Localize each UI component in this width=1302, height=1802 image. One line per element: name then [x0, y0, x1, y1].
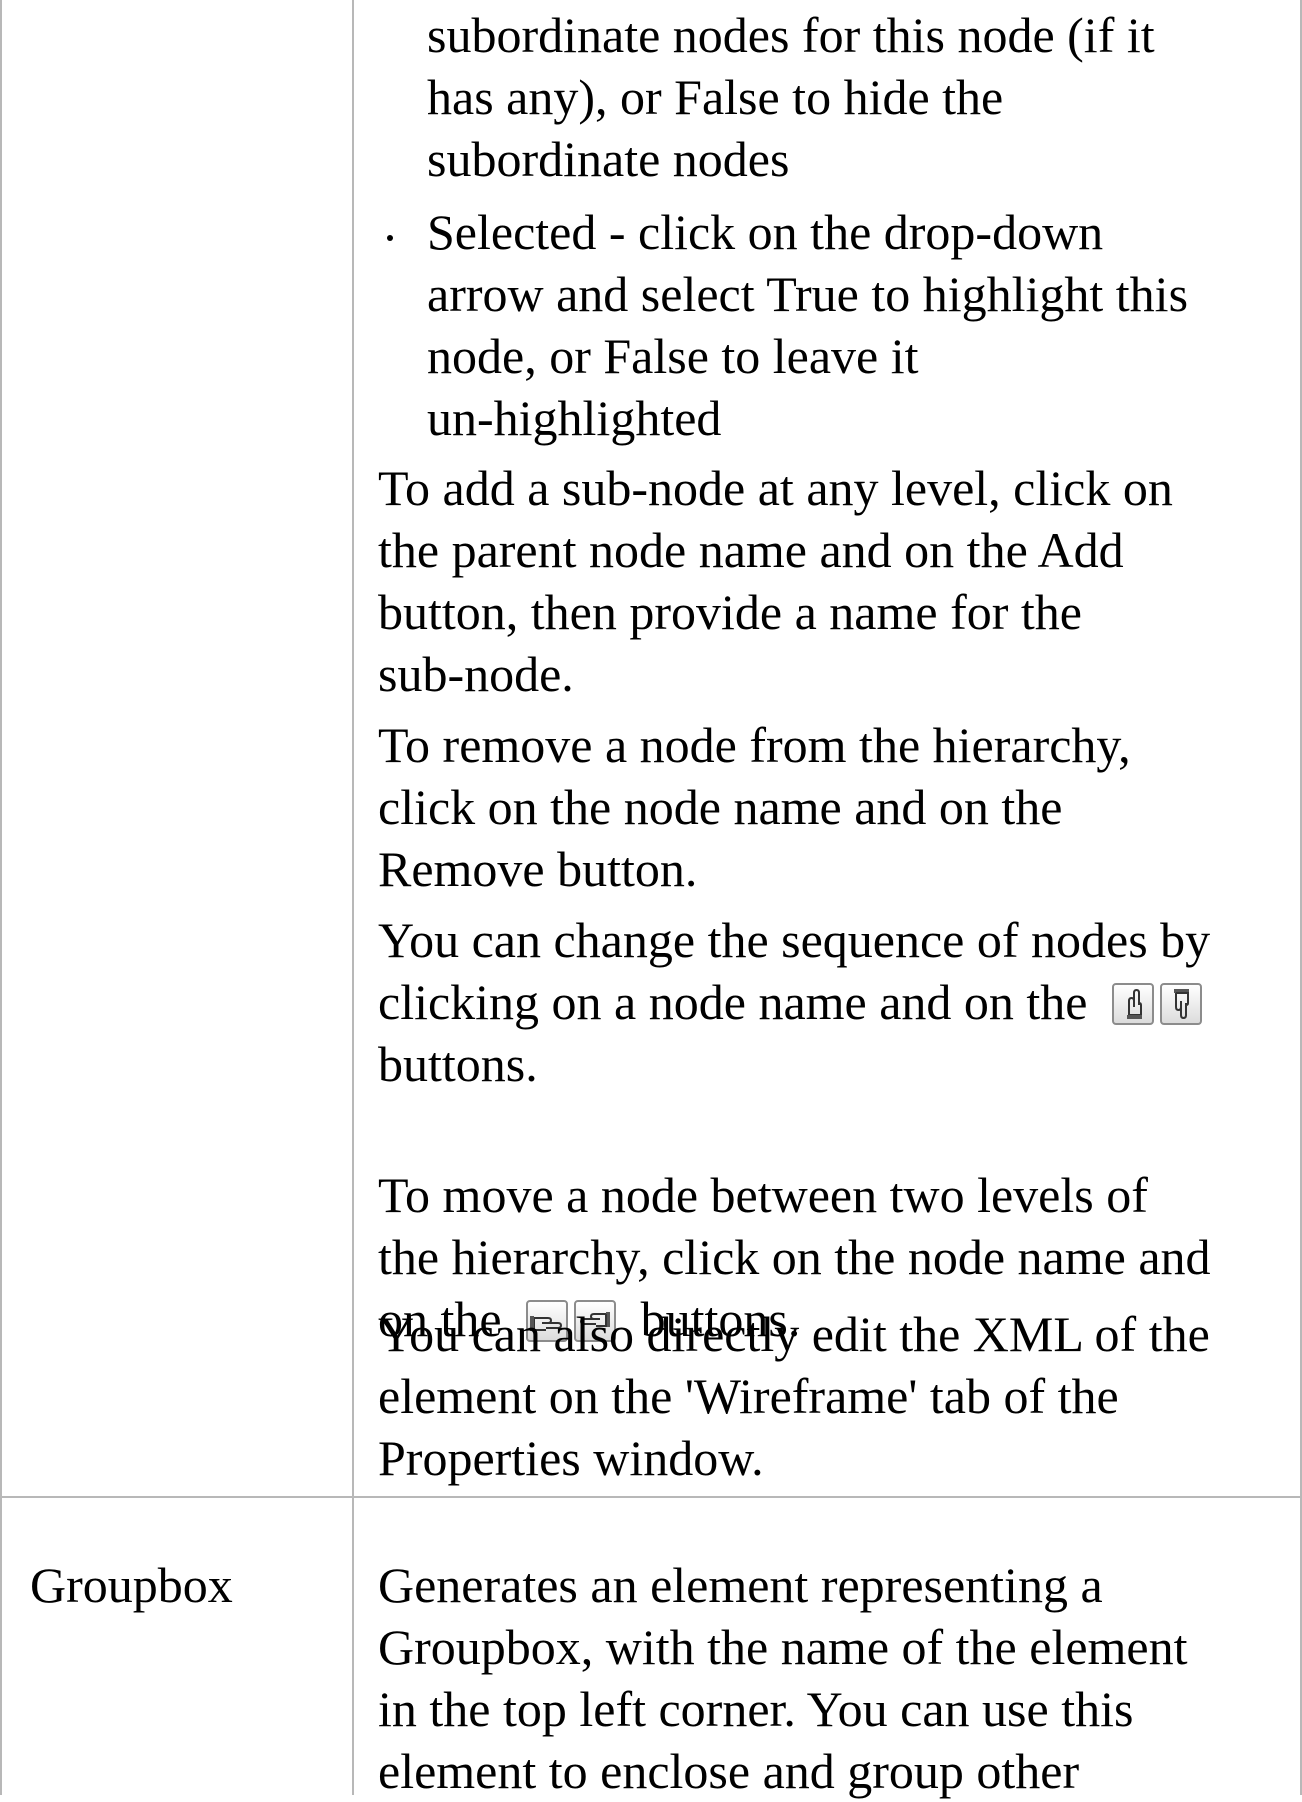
paragraph-line: Properties window. [378, 1430, 764, 1486]
paragraph-line: element to enclose and group other [378, 1743, 1080, 1799]
paragraph-line: Generates an element representing a [378, 1557, 1103, 1613]
element-name-groupbox: Groupbox [30, 1557, 233, 1613]
bullet-line: subordinate nodes [427, 131, 790, 187]
bullet-item-expanded: subordinate nodes for this node (if it h… [427, 4, 1188, 190]
bullet-line: node, or False to leave it [427, 328, 919, 384]
bullet-line: Selected - click on the drop-down [427, 204, 1104, 260]
paragraph-line: To move a node between two levels of [378, 1167, 1148, 1223]
paragraph-line: in the top left corner. You can use this [378, 1681, 1134, 1737]
paragraph-add-subnode: To add a sub-node at any level, click on… [378, 457, 1173, 705]
property-bullet-list: subordinate nodes for this node (if it h… [386, 4, 1189, 449]
paragraph-line: To remove a node from the hierarchy, [378, 717, 1131, 773]
table-row-divider [0, 1496, 1302, 1498]
paragraph-edit-xml: You can also directly edit the XML of th… [378, 1303, 1210, 1489]
move-down-hand-icon [1160, 983, 1202, 1025]
paragraph-line: the hierarchy, click on the node name an… [378, 1229, 1211, 1285]
paragraph-line: click on the node name and on the [378, 779, 1063, 835]
bullet-line: subordinate nodes for this node (if it [427, 7, 1155, 63]
paragraph-text: clicking on a node name and on the [378, 974, 1088, 1030]
paragraph-change-sequence: You can change the sequence of nodes by … [378, 909, 1210, 1095]
groupbox-description: Generates an element representing a Grou… [378, 1554, 1188, 1802]
paragraph-line: clicking on a node name and on the [378, 971, 1210, 1033]
bullet-line: un-highlighted [427, 390, 722, 446]
paragraph-line: Groupbox, with the name of the element [378, 1619, 1188, 1675]
paragraph-remove-node: To remove a node from the hierarchy, cli… [378, 714, 1131, 900]
paragraph-line: element on the 'Wireframe' tab of the [378, 1368, 1119, 1424]
table-column-divider [352, 0, 354, 1795]
move-up-hand-icon [1112, 983, 1154, 1025]
paragraph-line: buttons. [378, 1036, 538, 1092]
bullet-item-selected: Selected - click on the drop-down arrow … [386, 201, 1189, 449]
paragraph-line: button, then provide a name for the [378, 584, 1082, 640]
paragraph-line: sub-node. [378, 646, 574, 702]
table-border-left [0, 0, 2, 1795]
paragraph-line: Remove button. [378, 841, 698, 897]
bullet-line: arrow and select True to highlight this [427, 266, 1189, 322]
paragraph-line: the parent node name and on the Add [378, 522, 1124, 578]
bullet-line: has any), or False to hide the [427, 69, 1004, 125]
paragraph-line: You can change the sequence of nodes by [378, 912, 1211, 968]
paragraph-line: You can also directly edit the XML of th… [378, 1306, 1210, 1362]
paragraph-line: To add a sub-node at any level, click on [378, 460, 1173, 516]
